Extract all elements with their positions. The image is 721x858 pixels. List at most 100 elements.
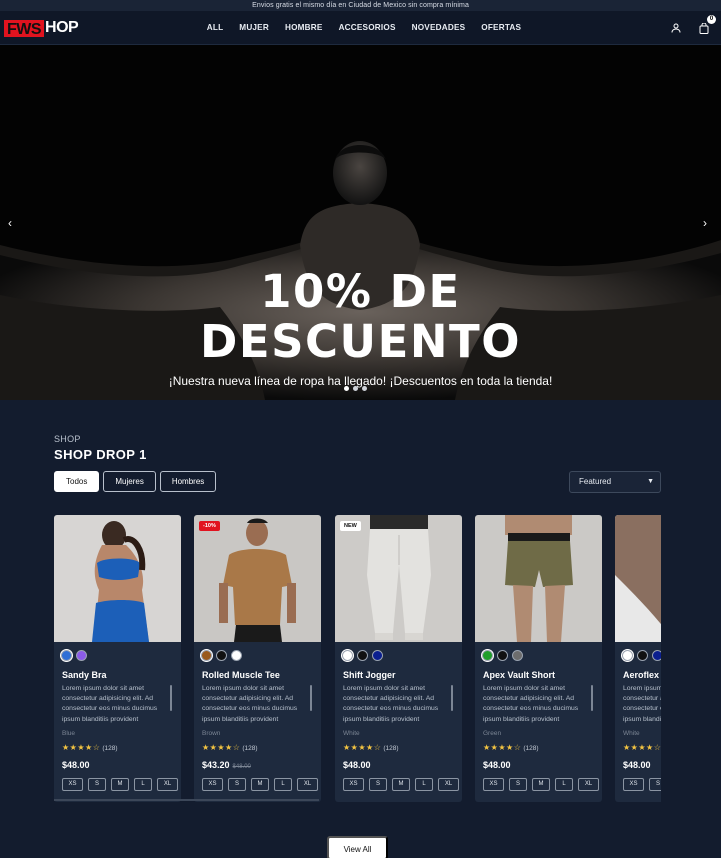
color-swatch-white[interactable] — [231, 650, 242, 661]
color-swatch-brown[interactable] — [201, 650, 212, 661]
product-rating: ★★★★☆ (128) — [483, 743, 539, 752]
nav-item-mujer[interactable]: MUJER — [239, 23, 269, 32]
size-m[interactable]: M — [251, 778, 269, 791]
size-s[interactable]: S — [88, 778, 106, 791]
current-price: $48.00 — [62, 760, 90, 770]
color-swatch-white[interactable] — [622, 650, 633, 661]
size-xl[interactable]: XL — [578, 778, 599, 791]
logo-red-part: FWS — [4, 19, 45, 38]
product-color-name: Brown — [202, 730, 221, 737]
logo-white-part: HOP — [45, 19, 79, 36]
product-price: $48.00 — [483, 760, 511, 770]
size-options: XS S M L XL — [343, 778, 459, 791]
nav-item-novedades[interactable]: NOVEDADES — [412, 23, 466, 32]
color-swatches — [342, 650, 383, 661]
color-swatches — [201, 650, 242, 661]
color-swatch-grey[interactable] — [512, 650, 523, 661]
carousel-dot-2[interactable] — [353, 386, 358, 391]
color-swatch-black[interactable] — [497, 650, 508, 661]
review-count: (128) — [242, 745, 258, 752]
color-swatch-green[interactable] — [482, 650, 493, 661]
size-xs[interactable]: XS — [62, 778, 83, 791]
filter-tabs: Todos Mujeres Hombres — [54, 471, 217, 492]
description-scrollbar[interactable] — [170, 685, 172, 711]
hero-title: 10% DE DESCUENTO — [0, 267, 721, 367]
product-color-name: White — [343, 730, 360, 737]
product-price: $48.00 — [623, 760, 651, 770]
color-swatch-purple[interactable] — [76, 650, 87, 661]
current-price: $48.00 — [483, 760, 511, 770]
sort-select[interactable]: Featured ▼ — [569, 471, 661, 493]
product-price: $48.00 — [343, 760, 371, 770]
size-m[interactable]: M — [392, 778, 410, 791]
carousel-dot-3[interactable] — [362, 386, 367, 391]
size-s[interactable]: S — [509, 778, 527, 791]
color-swatch-black[interactable] — [357, 650, 368, 661]
product-card[interactable]: Sandy Bra Lorem ipsum dolor sit amet con… — [54, 515, 181, 802]
product-image: -10% — [194, 515, 321, 642]
announcement-text: Envios gratis el mismo día en Ciudad de … — [252, 2, 469, 9]
product-rating: ★★★★☆ (128) — [202, 743, 258, 752]
size-xs[interactable]: XS — [343, 778, 364, 791]
cart-icon[interactable]: 0 — [697, 15, 716, 35]
product-card[interactable]: Aeroflex T Lorem ipsum dolor sit amet co… — [615, 515, 661, 802]
size-l[interactable]: L — [415, 778, 433, 791]
size-xl[interactable]: XL — [438, 778, 459, 791]
hero-carousel: ‹ › 10% DE DESCUENTO ¡Nuestra nueva líne… — [0, 45, 721, 400]
product-description: Lorem ipsum dolor sit amet consectetur a… — [483, 685, 579, 723]
color-swatches — [61, 650, 87, 661]
nav-item-all[interactable]: ALL — [207, 23, 224, 32]
product-card[interactable]: Apex Vault Short Lorem ipsum dolor sit a… — [475, 515, 602, 802]
review-count: (128) — [383, 745, 399, 752]
size-s[interactable]: S — [369, 778, 387, 791]
color-swatch-black[interactable] — [216, 650, 227, 661]
size-m[interactable]: M — [532, 778, 550, 791]
description-scrollbar[interactable] — [591, 685, 593, 711]
carousel-prev-button[interactable]: ‹ — [2, 215, 18, 231]
filter-mujeres[interactable]: Mujeres — [103, 471, 156, 492]
shop-section: SHOP SHOP DROP 1 Todos Mujeres Hombres F… — [0, 400, 721, 858]
user-icon[interactable] — [669, 21, 683, 35]
size-m[interactable]: M — [111, 778, 129, 791]
product-card[interactable]: -10% Rolled Muscle Tee Lorem ipsum dolor… — [194, 515, 321, 802]
color-swatch-navy[interactable] — [372, 650, 383, 661]
size-xs[interactable]: XS — [483, 778, 504, 791]
nav-item-accesorios[interactable]: ACCESORIOS — [339, 23, 396, 32]
current-price: $48.00 — [343, 760, 371, 770]
product-color-name: Blue — [62, 730, 76, 737]
product-image: NEW — [335, 515, 462, 642]
review-count: (128) — [523, 745, 539, 752]
size-xl[interactable]: XL — [297, 778, 318, 791]
size-s[interactable]: S — [228, 778, 246, 791]
product-price: $48.00 — [62, 760, 90, 770]
description-scrollbar[interactable] — [310, 685, 312, 711]
nav-item-hombre[interactable]: HOMBRE — [285, 23, 323, 32]
size-xl[interactable]: XL — [157, 778, 178, 791]
size-s[interactable]: S — [649, 778, 661, 791]
nav-item-ofertas[interactable]: OFERTAS — [481, 23, 521, 32]
view-all-button[interactable]: View All — [327, 836, 388, 858]
size-xs[interactable]: XS — [623, 778, 644, 791]
product-color-name: Green — [483, 730, 502, 737]
color-swatch-black[interactable] — [637, 650, 648, 661]
color-swatch-navy[interactable] — [652, 650, 661, 661]
review-count: (128) — [102, 745, 118, 752]
carousel-next-button[interactable]: › — [697, 215, 713, 231]
carousel-scrollbar[interactable] — [54, 799, 319, 801]
brand-logo[interactable]: FWS HOP — [4, 19, 79, 38]
carousel-dot-1[interactable] — [344, 386, 349, 391]
size-l[interactable]: L — [134, 778, 152, 791]
size-l[interactable]: L — [274, 778, 292, 791]
filter-hombres[interactable]: Hombres — [159, 471, 217, 492]
description-scrollbar[interactable] — [451, 685, 453, 711]
size-l[interactable]: L — [555, 778, 573, 791]
product-image — [54, 515, 181, 642]
color-swatch-white[interactable] — [342, 650, 353, 661]
color-swatch-blue[interactable] — [61, 650, 72, 661]
size-xs[interactable]: XS — [202, 778, 223, 791]
product-description: Lorem ipsum dolor sit amet consectetur a… — [343, 685, 439, 723]
new-badge: NEW — [340, 521, 361, 531]
product-card[interactable]: NEW Shift Jogger Lorem ipsum dolor sit a… — [335, 515, 462, 802]
product-carousel: Sandy Bra Lorem ipsum dolor sit amet con… — [54, 515, 661, 802]
filter-todos[interactable]: Todos — [54, 471, 100, 492]
